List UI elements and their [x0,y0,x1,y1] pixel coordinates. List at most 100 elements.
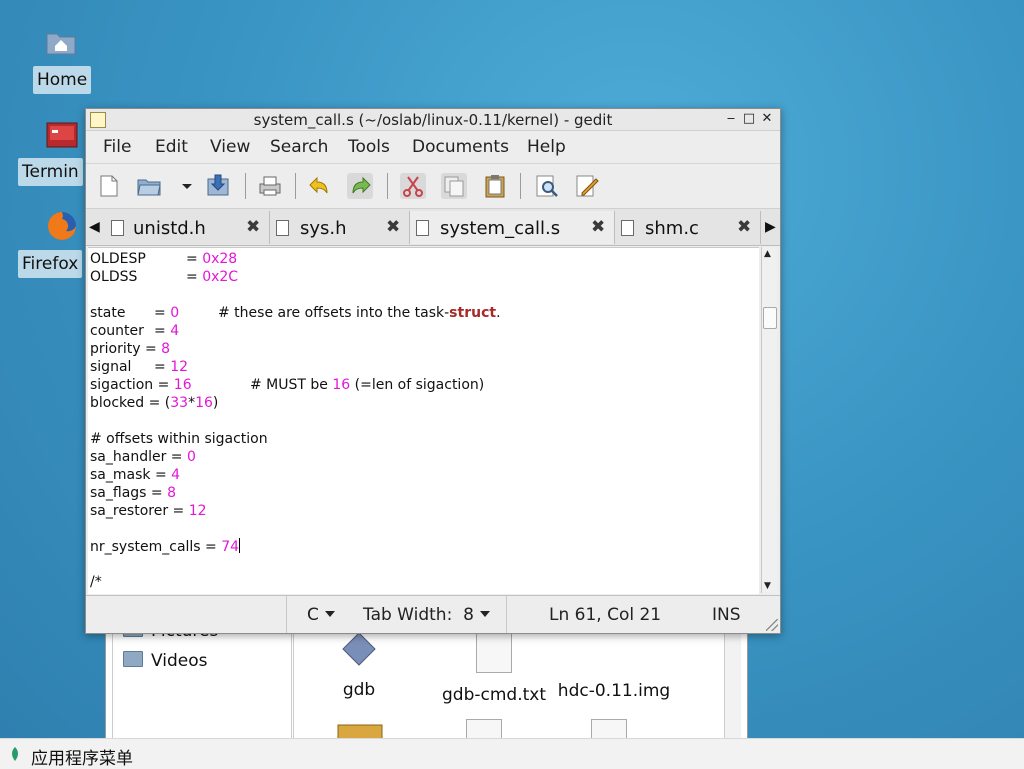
close-tab-icon[interactable]: ✖ [246,217,260,237]
scrollbar-thumb[interactable] [763,307,777,329]
gedit-window: system_call.s (~/oslab/linux-0.11/kernel… [85,108,781,634]
menu-file[interactable]: File [103,137,131,157]
document-icon [416,220,429,236]
scroll-up-arrow[interactable]: ▲ [764,249,771,259]
toolbar-separator [245,173,246,199]
find-replace-icon [576,175,599,197]
toolbar-separator [295,173,296,199]
desktop-icon-label: Firefox [18,250,83,278]
open-recent-dropdown[interactable] [174,173,192,199]
desktop-icon-label: Termin [18,158,83,186]
code-line: OLDESP = 0x28 [90,251,238,267]
document-tab-bar: ◀ unistd.h ✖ sys.h ✖ system_call.s ✖ shm… [86,209,780,246]
minimize-button[interactable]: ‒ [722,110,740,128]
file-item-gdb[interactable]: gdb [334,631,384,700]
paste-button[interactable] [482,173,508,199]
bottom-panel: 应用程序菜单 [0,738,1024,769]
code-line: sa_mask = 4 [90,467,181,483]
chevron-down-icon [182,184,192,189]
copy-icon [444,176,464,197]
app-menu-icon [12,747,18,761]
open-button[interactable] [136,173,162,199]
undo-button[interactable] [307,173,333,199]
code-line: sa_handler = 0 [90,449,196,465]
code-line: # offsets within sigaction [90,431,268,447]
close-button[interactable]: ✕ [758,110,776,128]
code-line: /* [90,574,102,590]
scissors-icon [403,176,423,197]
print-button[interactable] [257,173,283,199]
terminal-icon [46,122,78,148]
find-button[interactable] [534,173,560,199]
text-cursor [239,538,241,553]
redo-icon [352,176,371,194]
sidebar-item-videos[interactable]: Videos [123,651,208,671]
code-line: blocked = (33*16) [90,395,219,411]
save-icon [207,174,229,196]
text-editor[interactable]: OLDESP = 0x28 OLDSS = 0x2C state = 0 # these… [88,247,759,594]
window-title: system_call.s (~/oslab/linux-0.11/kernel… [253,111,613,129]
close-tab-icon[interactable]: ✖ [737,217,751,237]
executable-icon [342,632,376,666]
resize-grip[interactable] [766,619,778,631]
code-line: sa_restorer = 12 [90,503,207,519]
save-button[interactable] [205,173,231,199]
menu-view[interactable]: View [210,137,250,157]
menu-documents[interactable]: Documents [412,137,509,157]
home-folder-icon [46,33,76,55]
scroll-tabs-left-button[interactable]: ◀ [89,219,100,235]
toolbar-separator [387,173,388,199]
menu-tools[interactable]: Tools [348,137,390,157]
copy-button[interactable] [441,173,467,199]
document-icon [111,220,124,236]
tab-sys-h[interactable]: sys.h ✖ [270,211,410,244]
tab-unistd-h[interactable]: unistd.h ✖ [103,211,270,244]
code-line: OLDSS = 0x2C [90,269,239,285]
cut-button[interactable] [400,173,426,199]
tab-width-selector[interactable]: Tab Width: 8 [350,596,500,633]
scroll-tabs-right-button[interactable]: ▶ [765,219,776,235]
menu-bar: File Edit View Search Tools Documents He… [86,131,780,164]
tab-system-call-s[interactable]: system_call.s ✖ [410,211,615,244]
app-menu-button[interactable]: 应用程序菜单 [31,744,133,769]
new-document-button[interactable] [96,173,122,199]
close-tab-icon[interactable]: ✖ [591,217,605,237]
toolbar [86,164,780,209]
maximize-button[interactable]: □ [740,110,758,128]
folder-icon [123,651,143,667]
open-folder-icon [137,179,161,196]
cursor-position: Ln 61, Col 21 [506,596,707,633]
code-line: priority = 8 [90,341,171,357]
new-document-icon [100,175,118,197]
editor-scrollbar[interactable]: ▲ ▼ [761,247,777,593]
tab-shm-c[interactable]: shm.c ✖ [615,211,761,244]
code-line: sa_flags = 8 [90,485,177,501]
close-tab-icon[interactable]: ✖ [386,217,400,237]
find-icon [536,175,558,197]
code-line: counter = 4 [90,323,180,339]
code-line: sigaction = 16 # MUST be 16 (=len of siga… [90,377,485,393]
menu-help[interactable]: Help [527,137,566,157]
file-item-gdb-cmd[interactable]: gdb-cmd.txt [434,629,554,705]
status-bar: C Tab Width: 8 Ln 61, Col 21 INS [86,595,780,633]
toolbar-separator [520,173,521,199]
chevron-down-icon [324,611,335,617]
document-icon [276,220,289,236]
text-file-icon [476,629,512,673]
desktop-icon-label: Home [33,66,92,94]
replace-button[interactable] [574,173,600,199]
firefox-icon [48,212,76,240]
scroll-down-arrow[interactable]: ▼ [764,581,771,591]
undo-icon [309,176,328,194]
menu-search[interactable]: Search [270,137,328,157]
title-bar[interactable]: system_call.s (~/oslab/linux-0.11/kernel… [86,109,780,131]
code-line: state = 0 # these are offsets into the tas… [90,305,501,321]
code-line: signal = 12 [90,359,189,375]
chevron-down-icon [479,611,490,617]
menu-edit[interactable]: Edit [155,137,188,157]
printer-icon [259,176,281,196]
redo-button[interactable] [347,173,373,199]
code-line: nr_system_calls = 74 [90,538,241,555]
file-item-hdc-img[interactable]: hdc-0.11.img [554,651,674,701]
clipboard-icon [485,175,505,198]
